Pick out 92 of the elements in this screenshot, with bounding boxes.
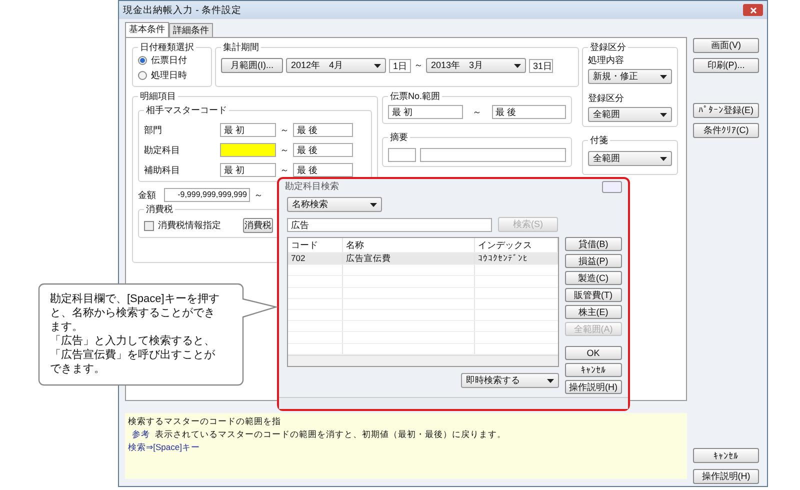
column-header: インデックス [475,238,558,252]
radio-label: 伝票日付 [151,54,187,67]
close-button[interactable] [743,4,763,16]
note-label: 参考 [132,428,150,441]
day-field[interactable]: 31日 [529,58,553,72]
checkbox[interactable] [144,220,154,230]
slip-from-field[interactable]: 最 初 [388,105,462,119]
field-label: 処理内容 [588,54,625,67]
filter-button[interactable]: 損益(P) [565,254,622,268]
table-cell: 702 [288,253,343,264]
group-label: 日付種類選択 [139,42,195,53]
month-dropdown[interactable]: 2013年 3月 [426,58,526,73]
window-title: 現金出納帳入力 - 条件設定 [123,4,242,16]
range-separator: ～ [280,124,289,136]
range-separator: ～ [280,144,289,156]
group-label: 集計期間 [222,42,260,53]
radio-label: 処理日時 [151,69,187,82]
table-cell: 広告宣伝費 [343,253,475,264]
code-to-field[interactable]: 最 後 [293,123,353,137]
caret-icon [514,64,521,68]
search-field[interactable]: 広告 [287,218,492,232]
caret-icon [374,64,381,68]
code-to-field[interactable]: 最 後 [293,163,353,177]
side-button[interactable]: ﾊﾟﾀｰﾝ登録(E) [693,103,759,118]
column-header: 名称 [343,238,475,252]
range-separator: ～ [280,164,289,176]
filter-button[interactable]: 貸借(B) [565,237,622,252]
dialog-button[interactable]: 操作説明(H) [565,380,622,394]
summary-code-field[interactable] [388,148,416,162]
group-label: 伝票No.範囲 [389,91,442,102]
group-label: 摘要 [389,132,409,143]
field-label: 金額 [138,190,156,200]
side-button[interactable]: 画面(V) [693,38,759,53]
checkbox-label: 消費税情報指定 [158,219,221,232]
caret-icon [370,202,377,207]
dialog-button[interactable]: ｷｬﾝｾﾙ [565,363,622,378]
help-text: 検索するマスターのコードの範囲を指 [128,415,281,428]
group-label: 登録区分 [589,42,627,53]
day-field[interactable]: 1日 [389,58,411,72]
summary-text-field[interactable] [420,148,566,162]
shortcut-hint: 検索⇒[Space]キー [128,441,200,454]
month-dropdown[interactable]: 2012年 4月 [286,58,386,73]
group-label: 消費税 [145,204,174,215]
horizontal-scrollbar[interactable] [288,354,558,366]
close-icon [750,6,756,14]
table-cell: ｺｳｺｸｾﾝﾃﾞﾝﾋ [475,253,558,264]
sticky-note-dropdown[interactable]: 全範囲 [588,151,672,166]
code-from-field[interactable]: 最 初 [220,163,276,177]
group-label: 付箋 [589,135,609,146]
range-separator: ～ [414,59,423,72]
column-header: コード [288,238,343,252]
side-button[interactable]: 印刷(P)... [693,58,759,73]
instant-search-dropdown[interactable]: 即時検索する [461,373,559,388]
search-mode-dropdown[interactable]: 名称検索 [287,197,382,212]
code-from-field[interactable]: 最 初 [220,123,276,137]
callout-text: 「広告」と入力して検索すると、「広告宣伝費」を呼び出すことができます。 [50,334,216,376]
caret-icon [660,112,667,116]
group-label: 明細項目 [139,91,177,102]
filter-button[interactable]: 販管費(T) [565,288,622,302]
tax-button[interactable]: 消費税 [243,218,273,233]
range-separator: ～ [472,106,482,118]
slip-to-field[interactable]: 最 後 [492,105,566,119]
bottom-button[interactable]: ｷｬﾝｾﾙ [693,448,759,463]
field-label: 勘定科目 [144,144,180,154]
field-label: 補助科目 [144,164,180,174]
table-row[interactable]: 702 広告宣伝費 ｺｳｺｸｾﾝﾃﾞﾝﾋ [288,253,558,266]
amount-from-field[interactable]: -9,999,999,999,999 [164,188,250,202]
month-range-button[interactable]: 月範囲(I)... [221,58,283,73]
field-label: 登録区分 [588,92,625,105]
filter-button[interactable]: 株主(E) [565,305,622,320]
filter-button[interactable]: 製造(C) [565,271,622,286]
category-dropdown[interactable]: 全範囲 [588,107,672,122]
dialog-button[interactable]: OK [565,346,622,360]
tab[interactable]: 詳細条件 [169,23,213,37]
code-to-field[interactable]: 最 後 [293,143,353,157]
dialog-title: 勘定科目検索 [285,180,339,194]
side-button[interactable]: 条件ｸﾘｱ(C) [693,123,759,138]
tab[interactable]: 基本条件 [125,22,169,37]
caret-icon [660,74,667,78]
bottom-button[interactable]: 操作説明(H) [693,469,759,484]
caret-icon [547,378,554,383]
process-dropdown[interactable]: 新規・修正 [588,69,672,84]
field-label: 部門 [144,124,162,134]
radio-button[interactable] [138,71,147,80]
caret-icon [660,156,667,160]
close-button[interactable] [602,180,622,193]
range-separator: ～ [254,188,263,202]
code-from-field[interactable] [220,143,276,157]
radio-button[interactable] [138,56,147,65]
help-text: 表示されているマスターのコードの範囲を消すと、初期値（最初・最後）に戻ります。 [155,428,506,441]
group-label: 相手マスターコード [145,105,228,116]
callout-text: 勘定科目欄で、[Space]キーを押すと、名称から検索することができます。 [50,292,220,334]
